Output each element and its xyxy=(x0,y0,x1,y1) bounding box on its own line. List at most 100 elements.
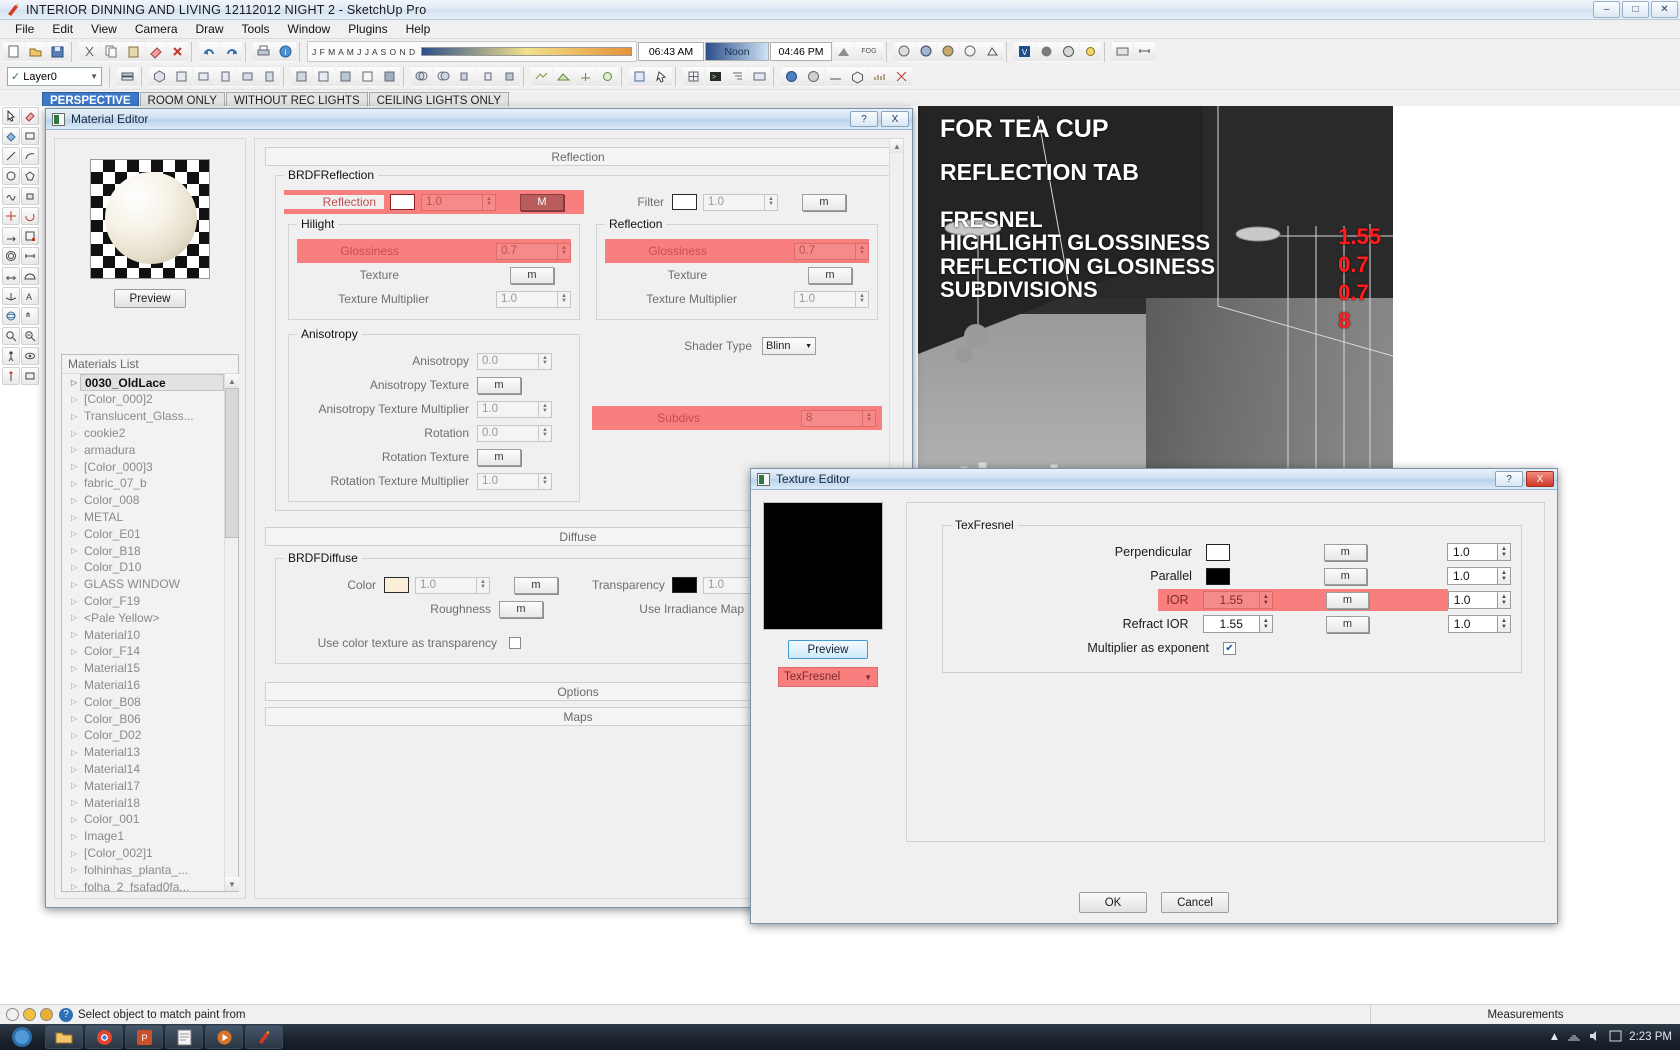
vray-clipper-icon[interactable] xyxy=(891,66,912,87)
solid-tools-4-icon[interactable] xyxy=(477,66,498,87)
measurements-box[interactable]: Measurements xyxy=(1370,1005,1680,1025)
material-editor-close-button[interactable]: X xyxy=(881,111,909,127)
list-item[interactable]: Color_008 xyxy=(62,492,224,509)
texture-type-select[interactable]: TexFresnel ▼ xyxy=(778,667,878,687)
rotation-row[interactable]: Rotation 0.0 ▲ ▼ xyxy=(297,421,571,445)
offset-tool-icon[interactable] xyxy=(2,247,20,265)
multiplier-exponent-row[interactable]: Multiplier as exponent ✔ xyxy=(953,636,1511,660)
orbit-tool-icon[interactable] xyxy=(2,307,20,325)
taskbar-explorer-icon[interactable] xyxy=(45,1025,83,1049)
vray-material-editor-icon[interactable] xyxy=(1058,41,1079,62)
texture-editor-close-button[interactable]: X xyxy=(1526,471,1554,487)
back-view-icon[interactable] xyxy=(237,66,258,87)
ior-spinner[interactable]: ▲ ▼ xyxy=(1259,591,1273,609)
text-tool-icon[interactable]: A xyxy=(21,287,39,305)
subdivs-row[interactable]: Subdivs 8 ▲ ▼ xyxy=(592,406,882,430)
warning-icon[interactable] xyxy=(40,1008,53,1021)
anisotropy-texture-row[interactable]: Anisotropy Texture m xyxy=(297,373,571,397)
tape-measure-icon[interactable] xyxy=(21,247,39,265)
taskbar-clock[interactable]: 2:23 PM xyxy=(1629,1031,1672,1043)
rotate-tool-icon[interactable] xyxy=(21,207,39,225)
shadow-noon-slider[interactable]: Noon xyxy=(705,42,769,61)
menu-view[interactable]: View xyxy=(82,20,126,38)
list-item[interactable]: Color_B18 xyxy=(62,542,224,559)
arc-tool-icon[interactable] xyxy=(21,147,39,165)
menu-window[interactable]: Window xyxy=(279,20,340,38)
list-item[interactable]: Material17 xyxy=(62,777,224,794)
eraser-tool-icon[interactable] xyxy=(21,107,39,125)
list-item[interactable]: cookie2 xyxy=(62,425,224,442)
chevron-down-icon[interactable]: ▼ xyxy=(864,673,872,682)
list-item[interactable]: Color_B06 xyxy=(62,710,224,727)
erase-icon[interactable] xyxy=(145,41,166,62)
axes-tool-icon[interactable] xyxy=(2,287,20,305)
parallel-map-button[interactable]: m xyxy=(1323,567,1367,585)
vray-light-icon[interactable] xyxy=(1080,41,1101,62)
refract-ior-multiplier-spinner[interactable]: ▲ ▼ xyxy=(1498,615,1512,633)
list-item[interactable]: Material10 xyxy=(62,626,224,643)
anisotropy-row[interactable]: Anisotropy 0.0 ▲ ▼ xyxy=(297,349,571,373)
taskbar-sketchup-icon[interactable] xyxy=(245,1025,283,1049)
polygon-tool-icon[interactable] xyxy=(21,167,39,185)
subdivs-field[interactable]: 8 xyxy=(801,409,863,427)
reflection-texture-multiplier-field[interactable]: 1.0 xyxy=(794,290,856,308)
fog-icon[interactable]: FOG xyxy=(855,41,883,62)
dynamic-comp-icon[interactable] xyxy=(629,66,650,87)
shadow-date-slider[interactable] xyxy=(420,47,632,56)
rotation-texture-multiplier-row[interactable]: Rotation Texture Multiplier 1.0 ▲ ▼ xyxy=(297,469,571,493)
refract-ior-row[interactable]: Refract IOR 1.55 ▲ ▼ m 1.0 ▲ ▼ xyxy=(953,612,1512,636)
menu-edit[interactable]: Edit xyxy=(43,20,82,38)
paint-bucket-icon[interactable] xyxy=(2,127,20,145)
use-color-texture-row[interactable]: Use color texture as transparency xyxy=(284,631,584,655)
sandbox-4-icon[interactable] xyxy=(597,66,618,87)
list-item[interactable]: fabric_07_b xyxy=(62,475,224,492)
style-face-3-icon[interactable] xyxy=(335,66,356,87)
open-icon[interactable] xyxy=(25,41,46,62)
vray-infinite-plane-icon[interactable] xyxy=(825,66,846,87)
freehand-tool-icon[interactable] xyxy=(2,187,20,205)
right-view-icon[interactable] xyxy=(215,66,236,87)
material-editor-titlebar[interactable]: Material Editor ? X xyxy=(46,109,912,130)
move-tool-icon[interactable] xyxy=(2,207,20,225)
tray-expand-icon[interactable]: ▲ xyxy=(1549,1031,1560,1043)
reflection-value-field[interactable]: 1.0 xyxy=(421,193,483,211)
perpendicular-multiplier-field[interactable]: 1.0 xyxy=(1447,543,1498,561)
texture-editor-help-button[interactable]: ? xyxy=(1495,471,1523,487)
rotation-texture-button[interactable]: m xyxy=(477,448,521,466)
diffuse-roughness-button[interactable]: m xyxy=(499,600,543,618)
hilight-texture-multiplier-spinner[interactable]: ▲ ▼ xyxy=(558,290,571,308)
perpendicular-multiplier-spinner[interactable]: ▲ ▼ xyxy=(1497,543,1511,561)
texture-editor-titlebar[interactable]: Texture Editor ? X xyxy=(751,469,1557,490)
section-header-reflection[interactable]: Reflection xyxy=(265,147,891,166)
cut-icon[interactable] xyxy=(79,41,100,62)
zoom-extents-icon[interactable] xyxy=(21,327,39,345)
pan-tool-icon[interactable] xyxy=(21,307,39,325)
anisotropy-texture-multiplier-spinner[interactable]: ▲ ▼ xyxy=(539,400,552,418)
list-item[interactable]: Image1 xyxy=(62,828,224,845)
diffuse-color-map-button[interactable]: m xyxy=(514,576,558,594)
reflection-texture-multiplier-spinner[interactable]: ▲ ▼ xyxy=(856,290,869,308)
anisotropy-texture-multiplier-field[interactable]: 1.0 xyxy=(477,400,539,418)
list-item[interactable]: Material13 xyxy=(62,744,224,761)
look-around-icon[interactable] xyxy=(21,347,39,365)
list-item[interactable]: GLASS WINDOW xyxy=(62,576,224,593)
style-face-5-icon[interactable] xyxy=(379,66,400,87)
parallel-color-swatch[interactable] xyxy=(1205,567,1231,585)
style-texture-icon[interactable] xyxy=(938,41,959,62)
cancel-button[interactable]: Cancel xyxy=(1161,892,1229,913)
front-view-icon[interactable] xyxy=(193,66,214,87)
reflection-glossiness-row[interactable]: Glossiness 0.7 ▲ ▼ xyxy=(605,239,869,263)
filter-value-field[interactable]: 1.0 xyxy=(703,193,765,211)
delete-icon[interactable] xyxy=(167,41,188,62)
refract-ior-map-button[interactable]: m xyxy=(1326,615,1369,633)
rotation-texture-multiplier-field[interactable]: 1.0 xyxy=(477,472,539,490)
vray-animation-icon[interactable] xyxy=(803,66,824,87)
subdivs-spinner[interactable]: ▲ ▼ xyxy=(863,409,876,427)
list-item[interactable]: Color_B08 xyxy=(62,693,224,710)
followme-tool-icon[interactable] xyxy=(2,227,20,245)
ior-row[interactable]: IOR 1.55 ▲ ▼ m 1.0 ▲ ▼ xyxy=(953,588,1512,612)
style-face-2-icon[interactable] xyxy=(313,66,334,87)
shadow-settings-bar[interactable]: J F M A M J J A S O N D xyxy=(307,41,637,62)
list-item[interactable]: Material16 xyxy=(62,677,224,694)
diffuse-roughness-row[interactable]: Roughness m xyxy=(284,597,584,621)
